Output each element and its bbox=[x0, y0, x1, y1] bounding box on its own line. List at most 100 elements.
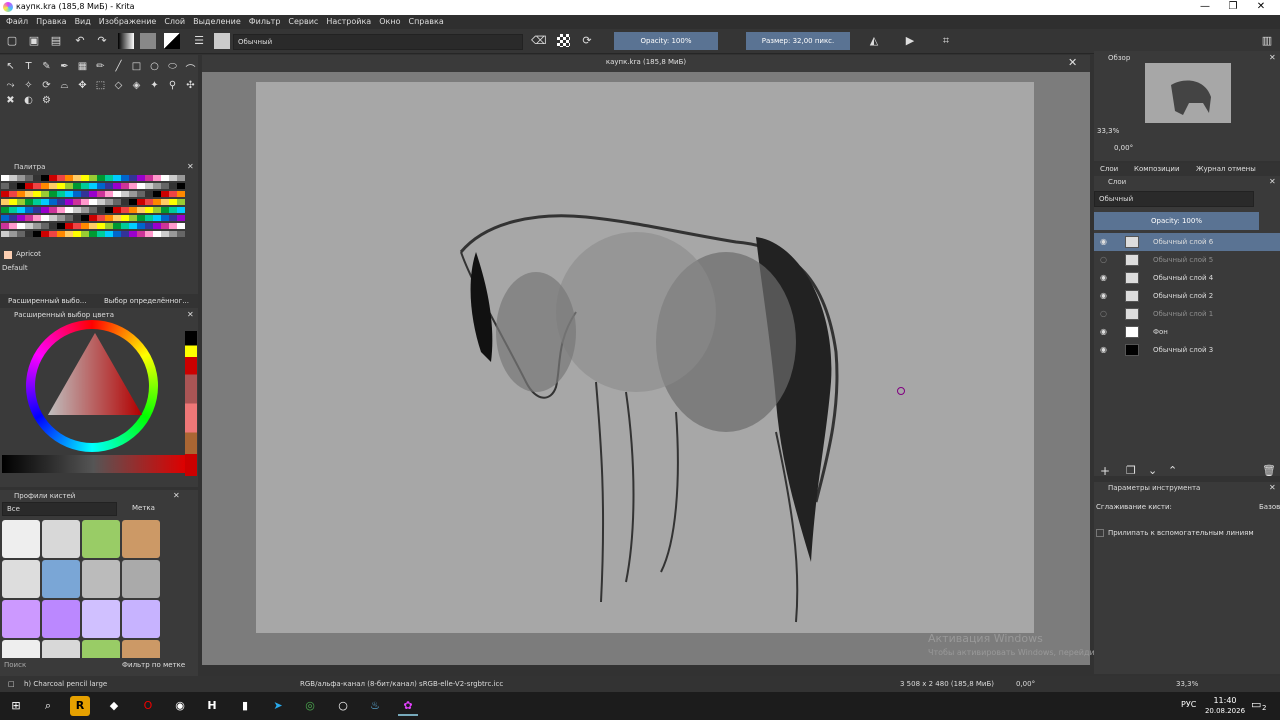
palette-swatch[interactable] bbox=[113, 223, 121, 229]
close-document-icon[interactable]: ✕ bbox=[1068, 56, 1077, 69]
add-layer-icon[interactable]: + bbox=[1100, 464, 1110, 478]
color-bar[interactable] bbox=[2, 455, 185, 473]
palette-swatch[interactable] bbox=[145, 207, 153, 213]
palette-swatch[interactable] bbox=[73, 175, 81, 181]
palette-swatch[interactable] bbox=[33, 231, 41, 237]
palette-swatch[interactable] bbox=[73, 215, 81, 221]
brush-preset[interactable] bbox=[122, 600, 160, 638]
layer-row[interactable]: ○ Обычный слой 5 bbox=[1094, 251, 1280, 269]
palette-swatch[interactable] bbox=[33, 215, 41, 221]
mirror-horizontal-icon[interactable]: ◭ bbox=[867, 34, 881, 48]
palette-swatch[interactable] bbox=[17, 231, 25, 237]
palette-swatch[interactable] bbox=[41, 207, 49, 213]
palette-swatch[interactable] bbox=[57, 223, 65, 229]
palette-swatch[interactable] bbox=[33, 183, 41, 189]
palette-swatch[interactable] bbox=[161, 223, 169, 229]
tab-layers[interactable]: Слои bbox=[1100, 165, 1118, 173]
brush-preset[interactable] bbox=[42, 640, 80, 658]
brush-preset[interactable] bbox=[122, 640, 160, 658]
alpha-lock-icon[interactable] bbox=[557, 34, 570, 47]
palette-swatch[interactable] bbox=[17, 183, 25, 189]
palette-swatch[interactable] bbox=[73, 223, 81, 229]
palette-swatch[interactable] bbox=[129, 223, 137, 229]
palette-swatch[interactable] bbox=[49, 207, 57, 213]
mirror-vertical-icon[interactable]: ▶ bbox=[903, 34, 917, 48]
menu-item[interactable]: Сервис bbox=[288, 17, 318, 26]
palette-swatch[interactable] bbox=[169, 231, 177, 237]
brush-preset[interactable] bbox=[82, 600, 120, 638]
palette-swatch[interactable] bbox=[137, 199, 145, 205]
palette-swatch[interactable] bbox=[105, 175, 113, 181]
palette-swatch[interactable] bbox=[121, 183, 129, 189]
palette-swatch[interactable] bbox=[41, 199, 49, 205]
palette-swatch[interactable] bbox=[57, 199, 65, 205]
maximize-button[interactable]: ❐ bbox=[1226, 1, 1240, 13]
palette-swatch[interactable] bbox=[145, 191, 153, 197]
palette-swatch[interactable] bbox=[81, 175, 89, 181]
palette-swatch[interactable] bbox=[145, 231, 153, 237]
tool-icon[interactable]: ✖ bbox=[4, 95, 17, 106]
palette-swatch[interactable] bbox=[81, 207, 89, 213]
palette-swatch[interactable] bbox=[89, 207, 97, 213]
canvas-paper[interactable] bbox=[256, 82, 1034, 633]
opera-icon[interactable]: O bbox=[138, 696, 158, 716]
tool-icon[interactable]: ✦ bbox=[148, 80, 161, 91]
palette-swatch[interactable] bbox=[65, 207, 73, 213]
palette-swatch[interactable] bbox=[129, 183, 137, 189]
palette-swatch[interactable] bbox=[65, 223, 73, 229]
palette-swatch[interactable] bbox=[161, 191, 169, 197]
palette-swatch[interactable] bbox=[169, 199, 177, 205]
palette-swatch[interactable] bbox=[97, 183, 105, 189]
palette-swatch[interactable] bbox=[137, 183, 145, 189]
color-history[interactable] bbox=[185, 331, 197, 476]
reload-icon[interactable]: ⟳ bbox=[580, 34, 594, 48]
palette-swatch[interactable] bbox=[169, 223, 177, 229]
palette-swatch[interactable] bbox=[73, 191, 81, 197]
palette-swatch[interactable] bbox=[57, 231, 65, 237]
palette-swatch[interactable] bbox=[177, 207, 185, 213]
palette-swatch[interactable] bbox=[89, 175, 97, 181]
palette-swatch[interactable] bbox=[57, 215, 65, 221]
palette-swatch[interactable] bbox=[25, 207, 33, 213]
palette-swatch[interactable] bbox=[161, 175, 169, 181]
palette-swatch[interactable] bbox=[97, 175, 105, 181]
palette-swatch[interactable] bbox=[129, 191, 137, 197]
palette-swatch[interactable] bbox=[1, 191, 9, 197]
visibility-eye-icon[interactable]: ◉ bbox=[1100, 233, 1107, 251]
brush-preset[interactable] bbox=[122, 520, 160, 558]
palette-swatch[interactable] bbox=[33, 175, 41, 181]
tab-undo-history[interactable]: Журнал отмены bbox=[1196, 165, 1256, 173]
palette-swatch[interactable] bbox=[25, 175, 33, 181]
menu-item[interactable]: Выделение bbox=[193, 17, 241, 26]
palette-swatch[interactable] bbox=[121, 191, 129, 197]
palette-swatch[interactable] bbox=[105, 215, 113, 221]
palette-swatch[interactable] bbox=[1, 223, 9, 229]
brush-grid[interactable] bbox=[2, 520, 162, 658]
palette-swatch[interactable] bbox=[177, 231, 185, 237]
palette-swatch[interactable] bbox=[1, 175, 9, 181]
palette-swatch[interactable] bbox=[177, 183, 185, 189]
palette-swatch[interactable] bbox=[113, 191, 121, 197]
brush-preset[interactable] bbox=[2, 600, 40, 638]
palette-swatch[interactable] bbox=[121, 199, 129, 205]
palette-swatch[interactable] bbox=[113, 183, 121, 189]
palette-swatch[interactable] bbox=[153, 183, 161, 189]
brush-preset[interactable] bbox=[82, 640, 120, 658]
tool-icon[interactable]: ◇ bbox=[112, 80, 125, 91]
palette-swatch[interactable] bbox=[97, 223, 105, 229]
search-icon[interactable]: ⌕ bbox=[38, 696, 58, 716]
palette-swatch[interactable] bbox=[73, 199, 81, 205]
palette-swatch[interactable] bbox=[145, 175, 153, 181]
layer-opacity-slider[interactable]: Opacity: 100% bbox=[1094, 212, 1259, 230]
tab-compositions[interactable]: Композиции bbox=[1134, 165, 1180, 173]
save-icon[interactable]: ▤ bbox=[49, 34, 63, 48]
brush-tag-select[interactable]: Метка bbox=[132, 504, 155, 512]
move-layer-down-icon[interactable]: ⌄ bbox=[1148, 464, 1157, 477]
palette-swatch[interactable] bbox=[89, 199, 97, 205]
close-icon[interactable]: ✕ bbox=[1269, 53, 1276, 62]
palette-swatch[interactable] bbox=[17, 207, 25, 213]
palette-swatch[interactable] bbox=[137, 191, 145, 197]
windows-start-icon[interactable]: ⊞ bbox=[6, 696, 26, 716]
app2-icon[interactable]: ○ bbox=[333, 696, 353, 716]
menu-item[interactable]: Справка bbox=[408, 17, 443, 26]
